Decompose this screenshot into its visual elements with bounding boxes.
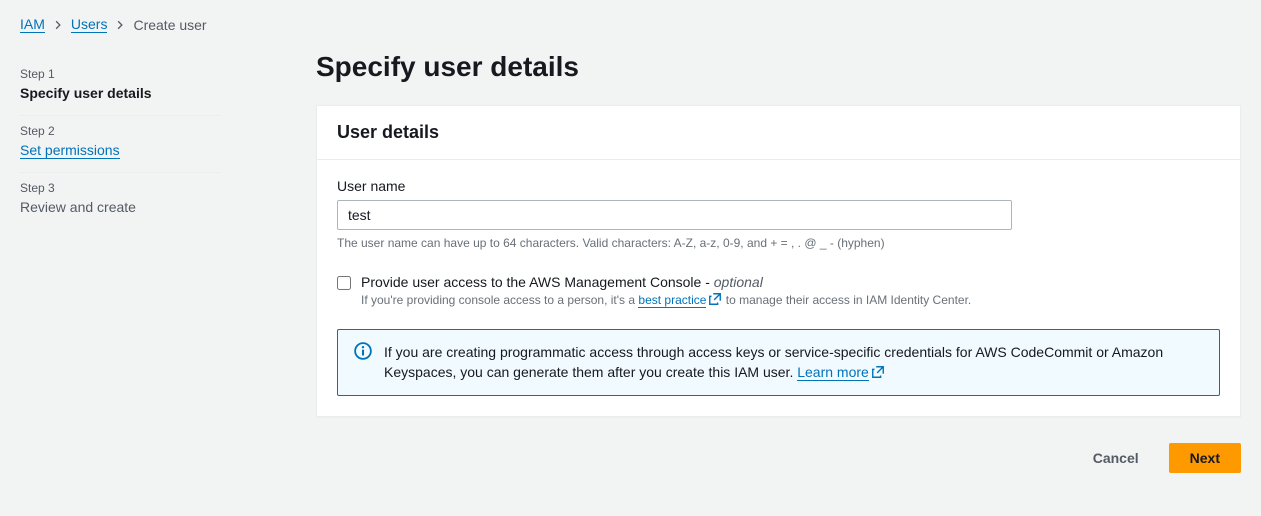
breadcrumb-item-iam[interactable]: IAM bbox=[20, 16, 45, 33]
info-text: If you are creating programmatic access … bbox=[384, 342, 1203, 383]
step-2[interactable]: Step 2 Set permissions bbox=[20, 116, 220, 173]
breadcrumb-item-current: Create user bbox=[133, 17, 206, 33]
username-label: User name bbox=[337, 178, 1220, 194]
console-access-row: Provide user access to the AWS Managemen… bbox=[337, 274, 1220, 307]
page-title: Specify user details bbox=[316, 51, 1241, 83]
panel-header: User details bbox=[317, 106, 1240, 160]
learn-more-link[interactable]: Learn more bbox=[797, 364, 869, 381]
chevron-right-icon bbox=[53, 17, 63, 33]
console-access-checkbox[interactable] bbox=[337, 276, 351, 290]
external-link-icon bbox=[871, 365, 885, 379]
user-details-panel: User details User name The user name can… bbox=[316, 105, 1241, 417]
step-number: Step 2 bbox=[20, 124, 220, 138]
breadcrumb-item-users[interactable]: Users bbox=[71, 16, 108, 33]
cancel-button[interactable]: Cancel bbox=[1073, 443, 1159, 473]
panel-title: User details bbox=[337, 122, 1220, 143]
best-practice-link[interactable]: best practice bbox=[638, 293, 706, 308]
wizard-steps: Step 1 Specify user details Step 2 Set p… bbox=[20, 41, 280, 493]
step-title: Review and create bbox=[20, 199, 220, 215]
next-button[interactable]: Next bbox=[1169, 443, 1241, 473]
username-input[interactable] bbox=[337, 200, 1012, 230]
info-icon bbox=[354, 342, 372, 363]
step-1[interactable]: Step 1 Specify user details bbox=[20, 59, 220, 116]
username-hint: The user name can have up to 64 characte… bbox=[337, 236, 1220, 250]
step-number: Step 1 bbox=[20, 67, 220, 81]
chevron-right-icon bbox=[115, 17, 125, 33]
step-title: Specify user details bbox=[20, 85, 220, 101]
button-row: Cancel Next bbox=[316, 443, 1241, 473]
step-title: Set permissions bbox=[20, 142, 120, 159]
main-content: Specify user details User details User n… bbox=[280, 41, 1241, 493]
info-box: If you are creating programmatic access … bbox=[337, 329, 1220, 396]
step-3[interactable]: Step 3 Review and create bbox=[20, 173, 220, 229]
console-access-description: If you're providing console access to a … bbox=[361, 292, 971, 307]
console-access-label: Provide user access to the AWS Managemen… bbox=[361, 274, 971, 290]
step-number: Step 3 bbox=[20, 181, 220, 195]
breadcrumb: IAM Users Create user bbox=[0, 0, 1261, 41]
panel-body: User name The user name can have up to 6… bbox=[317, 160, 1240, 416]
external-link-icon bbox=[708, 292, 722, 306]
